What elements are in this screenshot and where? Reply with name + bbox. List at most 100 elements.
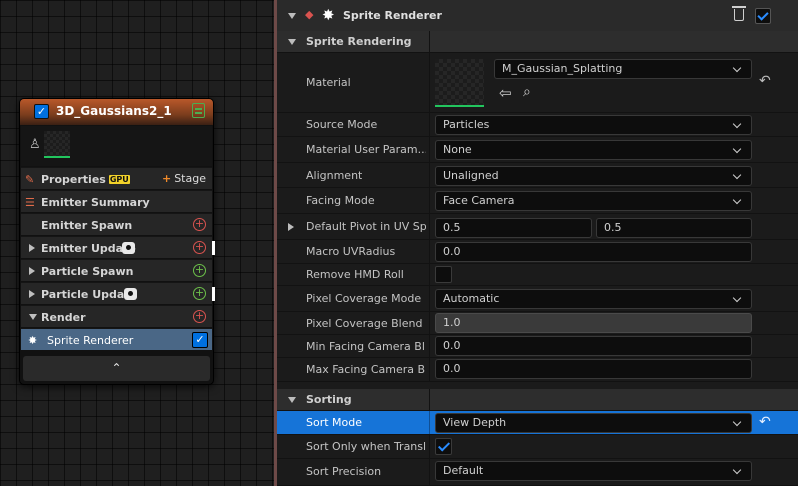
sprite-icon: ✸ xyxy=(28,334,38,347)
stage-label: Stage xyxy=(174,172,206,185)
reset-to-default-icon[interactable]: ↶ xyxy=(759,414,771,430)
column-divider xyxy=(429,214,430,239)
pivot-x-input[interactable]: 0.5 xyxy=(435,218,592,238)
prop-label: Sort Mode xyxy=(306,416,363,429)
section-sorting[interactable]: Sorting xyxy=(277,389,798,411)
add-module-icon[interactable]: + xyxy=(193,287,206,300)
prop-label: Sort Precision xyxy=(306,465,382,478)
prop-label: Max Facing Camera B... xyxy=(306,363,426,376)
min-facing-camera-input[interactable]: 0.0 xyxy=(435,336,752,356)
sort-precision-value: Default xyxy=(443,464,484,477)
material-user-param-dropdown[interactable]: None xyxy=(435,140,752,160)
browse-asset-icon[interactable]: ⌕ xyxy=(523,84,531,100)
particle-update-row[interactable]: Particle Update + xyxy=(21,282,215,304)
pivot-y-value: 0.5 xyxy=(604,221,622,234)
node-header[interactable]: ✓ 3D_Gaussians2_1 xyxy=(20,99,213,125)
column-divider xyxy=(429,358,430,381)
column-divider xyxy=(429,411,430,434)
chevron-down-icon xyxy=(732,417,742,427)
add-module-icon[interactable]: + xyxy=(193,241,206,254)
expand-icon[interactable] xyxy=(288,223,294,231)
properties-label: Properties GPU xyxy=(41,173,130,186)
add-module-icon[interactable]: + xyxy=(193,218,206,231)
chevron-down-icon xyxy=(732,195,742,205)
prop-label: Sort Only when Transl... xyxy=(306,440,426,453)
material-thumbnail[interactable] xyxy=(435,59,484,107)
remove-hmd-roll-checkbox[interactable] xyxy=(435,266,452,283)
prop-label: Pixel Coverage Mode xyxy=(306,292,422,305)
sort-only-translucent-checkbox[interactable] xyxy=(435,438,452,455)
facing-mode-value: Face Camera xyxy=(443,194,515,207)
add-module-icon[interactable]: + xyxy=(193,264,206,277)
section-sprite-rendering[interactable]: Sprite Rendering xyxy=(277,31,798,53)
sprite-renderer-row[interactable]: ✸ Sprite Renderer ✓ xyxy=(21,328,212,350)
column-divider xyxy=(429,264,430,285)
pixel-coverage-blend-slider[interactable]: 1.0 xyxy=(435,313,752,333)
macro-uv-radius-input[interactable]: 0.0 xyxy=(435,242,752,262)
prop-label: Min Facing Camera Bl... xyxy=(306,340,426,353)
sort-precision-dropdown[interactable]: Default xyxy=(435,461,752,481)
properties-row[interactable]: ✎ Properties GPU + Stage xyxy=(21,167,212,189)
emitter-spawn-row[interactable]: Emitter Spawn + xyxy=(21,213,212,235)
sort-mode-dropdown[interactable]: View Depth xyxy=(435,413,752,433)
list-icon: ☰ xyxy=(25,196,35,209)
renderer-enabled-checkbox[interactable]: ✓ xyxy=(192,332,208,348)
expand-icon[interactable] xyxy=(29,244,35,252)
prop-label: Facing Mode xyxy=(306,194,375,207)
prop-label: Pixel Coverage Blend xyxy=(306,317,423,330)
pivot-y-input[interactable]: 0.5 xyxy=(596,218,752,238)
trash-icon[interactable] xyxy=(732,6,746,21)
properties-text: Properties xyxy=(41,173,106,186)
collapse-icon[interactable] xyxy=(288,13,296,19)
person-icon: ♙ xyxy=(29,137,41,152)
chevron-down-icon xyxy=(732,293,742,303)
emitter-summary-label: Emitter Summary xyxy=(41,196,150,209)
column-divider xyxy=(429,53,430,112)
prop-label: Source Mode xyxy=(306,118,378,131)
prop-remove-hmd-roll: Remove HMD Roll xyxy=(277,264,798,286)
sprite-icon: ✸ xyxy=(322,6,335,24)
macro-uv-radius-value: 0.0 xyxy=(443,245,461,258)
column-divider xyxy=(429,312,430,334)
max-facing-camera-value: 0.0 xyxy=(443,362,461,375)
expand-icon[interactable] xyxy=(29,290,35,298)
section-title: Sprite Rendering xyxy=(306,35,412,48)
collapse-node-button[interactable]: ⌃ xyxy=(23,356,210,381)
particle-spawn-row[interactable]: Particle Spawn + xyxy=(21,259,212,281)
alignment-dropdown[interactable]: Unaligned xyxy=(435,166,752,186)
use-selected-asset-icon[interactable]: ⇦ xyxy=(499,84,512,102)
prop-label: Remove HMD Roll xyxy=(306,268,404,281)
reset-to-default-icon[interactable]: ↶ xyxy=(759,73,771,89)
renderer-enabled-checkbox[interactable] xyxy=(755,8,771,24)
material-dropdown[interactable]: M_Gaussian_Splatting xyxy=(494,59,752,79)
details-panel: ◆ ✸ Sprite Renderer Sprite Rendering Mat… xyxy=(274,0,798,486)
facing-mode-dropdown[interactable]: Face Camera xyxy=(435,191,752,211)
render-row[interactable]: Render + xyxy=(21,305,212,327)
emitter-node[interactable]: ✓ 3D_Gaussians2_1 ♙ ✎ Properties GPU + Sta… xyxy=(19,98,215,385)
add-stage-button[interactable]: + Stage xyxy=(162,172,206,185)
pixel-coverage-mode-dropdown[interactable]: Automatic xyxy=(435,289,752,309)
emitter-spawn-label: Emitter Spawn xyxy=(41,219,133,232)
emitter-enabled-checkbox[interactable]: ✓ xyxy=(34,104,49,119)
collapse-icon[interactable] xyxy=(288,39,296,45)
max-facing-camera-input[interactable]: 0.0 xyxy=(435,359,752,379)
collapse-icon[interactable] xyxy=(288,397,296,403)
material-thumbnail[interactable] xyxy=(44,131,70,158)
material-value: M_Gaussian_Splatting xyxy=(502,62,623,75)
prop-label: Material xyxy=(306,76,351,89)
chevron-down-icon xyxy=(732,170,742,180)
notes-icon[interactable] xyxy=(192,103,205,118)
collapse-icon[interactable] xyxy=(29,314,37,320)
sprite-renderer-label: Sprite Renderer xyxy=(47,334,134,347)
add-renderer-icon[interactable]: + xyxy=(193,310,206,323)
source-mode-dropdown[interactable]: Particles xyxy=(435,115,752,135)
chevron-down-icon xyxy=(732,119,742,129)
renderer-header[interactable]: ◆ ✸ Sprite Renderer xyxy=(277,0,798,32)
prop-label: Default Pivot in UV Sp... xyxy=(306,220,426,233)
emitter-update-row[interactable]: Emitter Update + xyxy=(21,236,215,258)
expand-icon[interactable] xyxy=(29,267,35,275)
node-preview-row: ♙ xyxy=(21,126,212,166)
material-user-param-value: None xyxy=(443,143,472,156)
emitter-summary-row[interactable]: ☰ Emitter Summary xyxy=(21,190,212,212)
alignment-value: Unaligned xyxy=(443,169,499,182)
